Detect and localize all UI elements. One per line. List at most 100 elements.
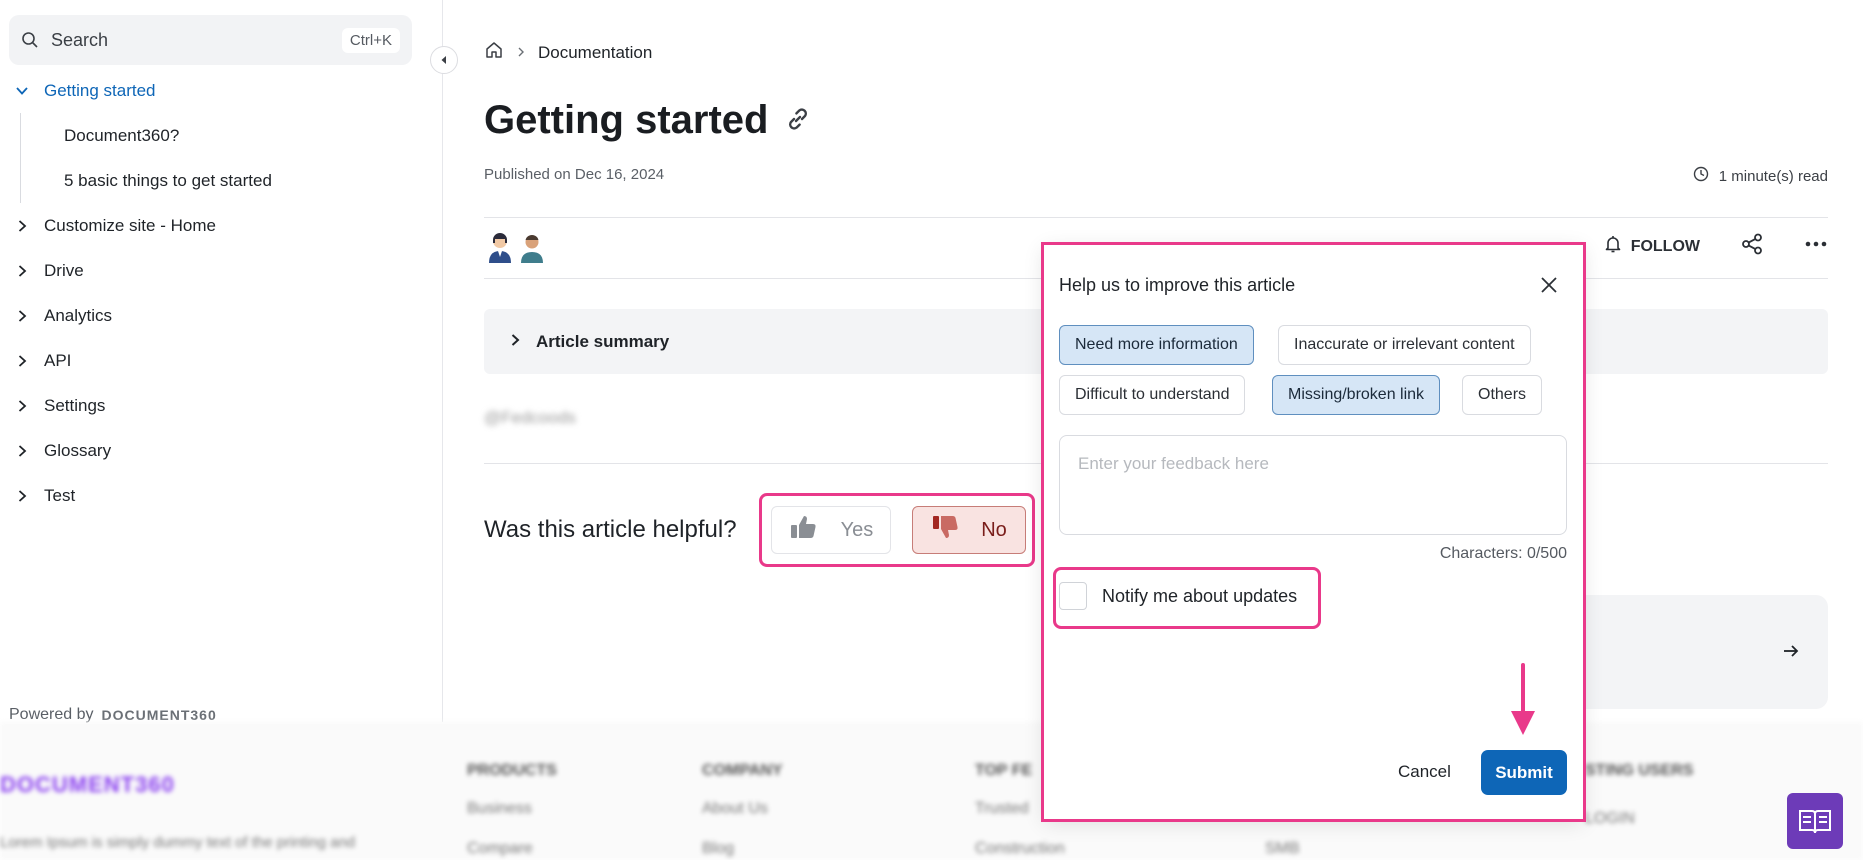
chevron-right-icon	[14, 443, 30, 459]
footer-column-heading: PRODUCTS	[467, 762, 557, 779]
sidebar-item-label: Getting started	[44, 80, 156, 100]
article-summary-label: Article summary	[536, 331, 670, 351]
footer-link[interactable]: Trusted	[975, 800, 1029, 818]
breadcrumb: Documentation	[484, 40, 652, 65]
sidebar-item-glossary[interactable]: Glossary	[0, 428, 443, 473]
arrow-down-icon	[1511, 663, 1535, 735]
sidebar-nav: Getting started Document360? 5 basic thi…	[0, 68, 443, 518]
sidebar-item-label: Customize site - Home	[44, 215, 216, 235]
footer-description: Lorem Ipsum is simply dummy text of the …	[0, 834, 356, 851]
no-button[interactable]: No	[912, 506, 1026, 554]
character-count: Characters: 0/500	[1439, 545, 1567, 562]
chip-inaccurate-content[interactable]: Inaccurate or irrelevant content	[1278, 325, 1531, 365]
footer-link[interactable]: About Us	[702, 800, 768, 818]
chevron-right-icon	[508, 332, 522, 352]
notify-checkbox[interactable]	[1059, 582, 1087, 610]
follow-button[interactable]: FOLLOW	[1603, 234, 1700, 259]
share-icon[interactable]	[1740, 232, 1764, 261]
footer-link[interactable]: Construction	[975, 840, 1065, 858]
sidebar-item-label: Glossary	[44, 440, 112, 460]
breadcrumb-separator-icon	[516, 43, 526, 63]
footer-column-heading: TOP FE	[975, 762, 1033, 779]
sidebar-item-settings[interactable]: Settings	[0, 383, 443, 428]
sidebar-subitem-basic-things[interactable]: 5 basic things to get started	[21, 158, 443, 203]
submit-button[interactable]: Submit	[1481, 750, 1567, 795]
page: Search Ctrl+K Getting started Document36…	[0, 0, 1863, 860]
chip-others[interactable]: Others	[1462, 375, 1543, 415]
avatar[interactable]	[518, 231, 546, 263]
yes-label: Yes	[840, 518, 874, 541]
collapse-sidebar-button[interactable]	[430, 46, 458, 74]
sidebar-item-test[interactable]: Test	[0, 473, 443, 518]
next-article-card[interactable]	[1560, 595, 1828, 709]
chevron-right-icon	[14, 263, 30, 279]
avatar[interactable]	[486, 231, 514, 263]
thumbs-down-icon	[931, 514, 959, 546]
feedback-textarea[interactable]	[1059, 435, 1567, 535]
footer-link[interactable]: Blog	[702, 840, 734, 858]
sidebar-item-api[interactable]: API	[0, 338, 443, 383]
feedback-dialog: Help us to improve this article Need mor…	[1044, 245, 1583, 819]
chevron-right-icon	[14, 308, 30, 324]
powered-by-logo[interactable]: DOCUMENT360	[102, 707, 217, 723]
sidebar: Search Ctrl+K Getting started Document36…	[0, 0, 443, 723]
sidebar-item-label: Settings	[44, 395, 106, 415]
sidebar-item-analytics[interactable]: Analytics	[0, 293, 443, 338]
search-bar[interactable]: Search Ctrl+K	[9, 15, 412, 65]
dialog-title: Help us to improve this article	[1059, 275, 1296, 295]
more-options-icon[interactable]	[1804, 232, 1828, 261]
yes-button[interactable]: Yes	[771, 506, 891, 554]
footer-column-heading: COMPANY	[702, 762, 783, 779]
footer-link[interactable]: SMB	[1265, 840, 1300, 858]
clock-icon	[1693, 166, 1709, 186]
arrow-right-icon	[1782, 643, 1800, 664]
search-shortcut: Ctrl+K	[341, 27, 400, 53]
divider	[484, 217, 1828, 218]
read-time: 1 minute(s) read	[1693, 166, 1828, 186]
footer-link[interactable]: LOGIN	[1585, 810, 1635, 828]
chip-missing-broken-link[interactable]: Missing/broken link	[1272, 375, 1441, 415]
bell-icon	[1603, 234, 1623, 259]
page-title: Getting started	[484, 98, 812, 143]
sidebar-item-getting-started[interactable]: Getting started	[0, 68, 443, 113]
footer-link[interactable]: Business	[467, 800, 532, 818]
notify-label[interactable]: Notify me about updates	[1102, 586, 1297, 607]
search-icon	[21, 30, 41, 50]
chevron-right-icon	[14, 218, 30, 234]
search-label: Search	[51, 29, 109, 50]
sidebar-item-label: Test	[44, 485, 76, 505]
thumbs-up-icon	[789, 514, 817, 546]
sidebar-item-customize-site[interactable]: Customize site - Home	[0, 203, 443, 248]
page-title-text: Getting started	[484, 98, 769, 142]
sidebar-item-label: Analytics	[44, 305, 113, 325]
breadcrumb-current[interactable]: Documentation	[538, 43, 652, 63]
chevron-right-icon	[14, 353, 30, 369]
sidebar-subitems: Document360? 5 basic things to get start…	[20, 113, 443, 203]
footer-logo[interactable]: DOCUMENT360	[0, 772, 175, 798]
no-label: No	[981, 518, 1007, 541]
home-icon[interactable]	[484, 40, 504, 65]
link-icon[interactable]	[784, 98, 812, 143]
knowledge-base-widget-button[interactable]	[1787, 793, 1843, 849]
chevron-right-icon	[14, 398, 30, 414]
close-icon[interactable]	[1537, 273, 1561, 297]
sidebar-subitem-document360[interactable]: Document360?	[21, 113, 443, 158]
blurred-content: @Fedcoods	[484, 408, 576, 427]
footer: DOCUMENT360 Lorem Ipsum is simply dummy …	[0, 722, 1863, 860]
published-date: Published on Dec 16, 2024	[484, 166, 665, 183]
chevron-right-icon	[14, 488, 30, 504]
follow-label: FOLLOW	[1630, 237, 1700, 255]
sidebar-item-drive[interactable]: Drive	[0, 248, 443, 293]
chevron-down-icon	[14, 83, 30, 99]
sidebar-item-label: Drive	[44, 260, 84, 280]
read-time-text: 1 minute(s) read	[1718, 167, 1828, 185]
cancel-button[interactable]: Cancel	[1388, 750, 1461, 794]
chip-need-more-information[interactable]: Need more information	[1059, 325, 1254, 365]
book-icon	[1799, 810, 1831, 834]
sidebar-item-label: API	[44, 350, 72, 370]
caret-left-icon	[441, 56, 446, 64]
chip-difficult-to-understand[interactable]: Difficult to understand	[1059, 375, 1246, 415]
footer-column-heading: STING USERS	[1585, 762, 1694, 779]
helpful-question: Was this article helpful?	[484, 516, 737, 543]
footer-link[interactable]: Compare	[467, 840, 533, 858]
